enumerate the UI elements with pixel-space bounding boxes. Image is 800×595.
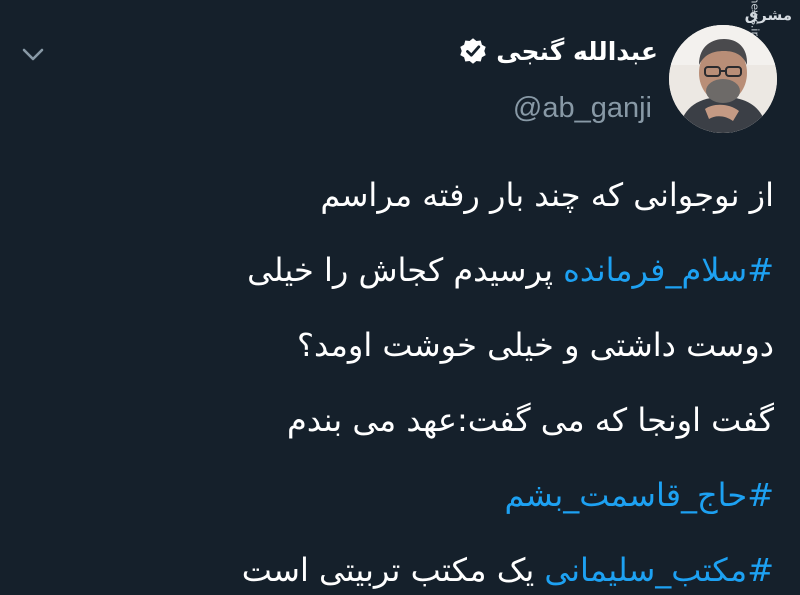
hashtag-link[interactable]: #مکتب_سلیمانی [544,551,774,589]
verified-badge-icon [458,36,488,66]
chevron-down-icon-graphic [22,48,44,61]
hashtag-link[interactable]: #سلام_فرمانده [563,251,774,289]
tweet-line: دوست داشتی و خیلی خوشت اومد؟ [14,308,774,383]
author-handle[interactable]: @ab_ganji [513,92,652,125]
watermark-site: mashreghnews.ir [749,0,762,36]
tweet-text: از نوجوانی که چند بار رفته مراسم #سلام_ف… [14,158,774,595]
tweet-line: از نوجوانی که چند بار رفته مراسم [14,158,774,233]
tweet-line: #سلام_فرمانده پرسیدم کجاش را خیلی [14,233,774,308]
tweet-line: #مکتب_سلیمانی یک مکتب تربیتی است [14,533,774,595]
tweet-card: مشرق mashreghnews.ir عبدالله گنجی @ab_ga… [0,0,800,595]
chevron-down-icon[interactable] [18,40,48,70]
author-display-name[interactable]: عبدالله گنجی [496,37,658,66]
watermark: مشرق mashreghnews.ir [744,0,792,124]
author-name-row[interactable]: عبدالله گنجی [458,34,658,68]
tweet-line-text: از نوجوانی که چند بار رفته مراسم [320,176,774,214]
tweet-line-text: پرسیدم کجاش را خیلی [247,251,564,289]
hashtag-link[interactable]: #حاج_قاسمت_بشم [504,476,774,514]
verified-badge-icon-graphic [460,38,486,64]
tweet-line-text: یک مکتب تربیتی است [241,551,545,589]
tweet-line: گفت اونجا که می گفت:عهد می بندم [14,383,774,458]
tweet-line: #حاج_قاسمت_بشم [14,458,774,533]
tweet-line-text: گفت اونجا که می گفت:عهد می بندم [287,401,774,439]
tweet-line-text: دوست داشتی و خیلی خوشت اومد؟ [296,326,774,364]
